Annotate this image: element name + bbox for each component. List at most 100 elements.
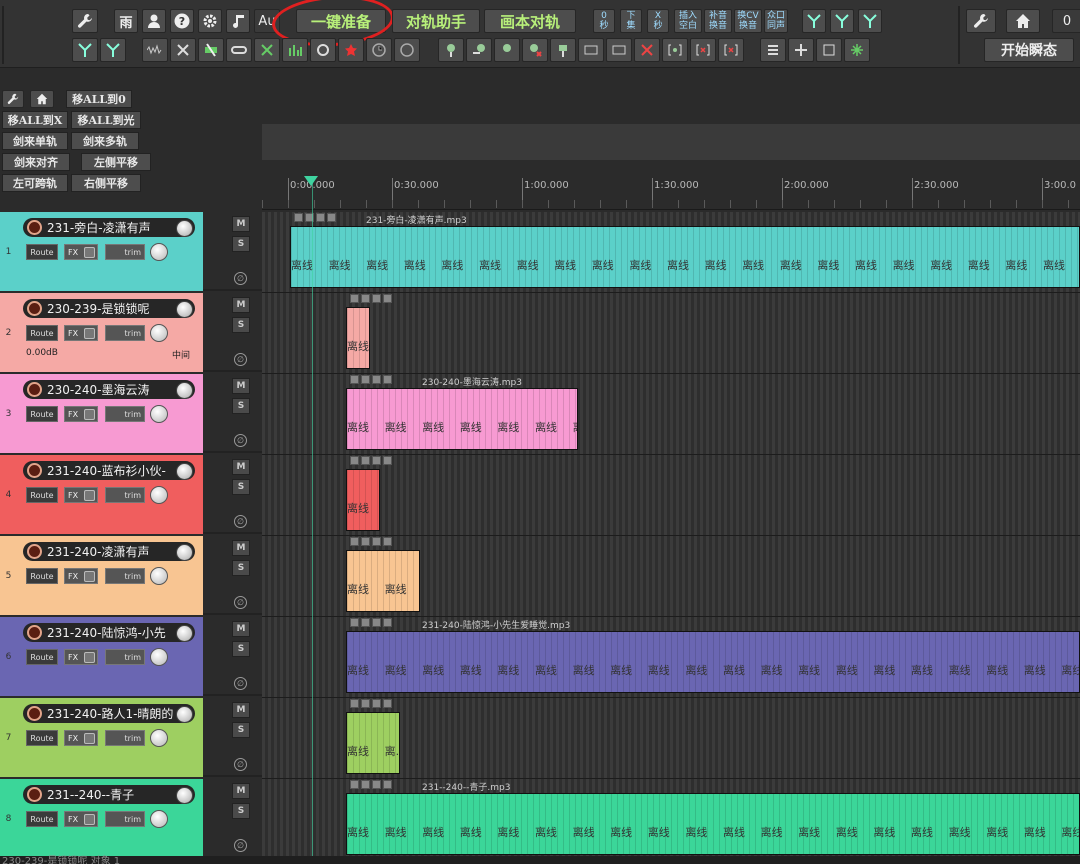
item-env-icon[interactable] [383,618,392,627]
trim-button[interactable]: trim [105,811,145,827]
item-header-icons[interactable] [294,213,336,222]
mute-button[interactable]: M [232,216,250,232]
track-lane-4[interactable] [262,455,1080,536]
track-number[interactable]: 4 [0,455,17,534]
record-arm-button[interactable] [27,301,42,316]
settings-button[interactable] [198,9,222,33]
volume-knob[interactable] [176,301,193,318]
track-name[interactable]: 231-240-凌潇有声 [23,542,195,561]
x-seconds-button[interactable]: X秒 [647,9,669,33]
fx-button[interactable]: FX [64,730,98,746]
item-lock-icon[interactable] [350,537,359,546]
script-align-button[interactable]: 画本对轨 [484,9,576,33]
panel-wrench-button[interactable] [2,90,24,108]
power-icon[interactable] [84,733,95,744]
item-env-icon[interactable] [383,375,392,384]
track-name[interactable]: 231-240-陆惊鸿-小先 [23,623,195,642]
route-button[interactable]: Route [26,649,58,665]
item-fx-icon[interactable] [372,780,381,789]
wrench-button[interactable] [72,9,98,33]
track-header-8[interactable]: 8 231--240--青子 Route FX trim M S ∅ [0,779,262,858]
volume-knob[interactable] [176,787,193,804]
solo-button[interactable]: S [232,560,250,576]
timeline-ruler[interactable]: 0:00.0000:30.0001:00.0001:30.0002:00.000… [262,170,1080,210]
region-marker-button[interactable] [606,38,632,62]
route-button[interactable]: Route [26,325,58,341]
item-header-icons[interactable] [350,699,392,708]
flag-button[interactable] [550,38,576,62]
route-button[interactable]: Route [26,406,58,422]
item-header-icons[interactable] [350,780,392,789]
trim-cut-button[interactable] [254,38,280,62]
cut-single-track-button[interactable]: 剑来单轨 [2,132,68,150]
track-header-4[interactable]: 4 231-240-蓝布衫小伙- Route FX trim M S ∅ [0,455,262,534]
cut-multi-track-button[interactable]: 剑来多轨 [71,132,139,150]
levels-button[interactable] [282,38,308,62]
pan-knob[interactable] [150,486,168,504]
trim-button[interactable]: trim [105,487,145,503]
pan-knob[interactable] [150,324,168,342]
move-all-to-x-button[interactable]: 移ALL到X [2,111,68,129]
mute-button[interactable]: M [232,702,250,718]
route-button[interactable]: Route [26,487,58,503]
record-arm-button[interactable] [27,787,42,802]
item-lock-icon[interactable] [350,456,359,465]
power-icon[interactable] [84,409,95,420]
unison-button[interactable]: 众口 同声 [764,9,788,33]
trim-button[interactable]: trim [105,325,145,341]
item-fx-icon[interactable] [372,456,381,465]
play-cursor-handle[interactable] [304,176,318,186]
track-number[interactable]: 8 [0,779,17,858]
mute-button[interactable]: M [232,297,250,313]
glue-button[interactable] [226,38,252,62]
media-item[interactable]: 离线 离线 [346,550,420,612]
track-header-3[interactable]: 3 230-240-墨海云涛 Route FX trim M S ∅ [0,374,262,453]
track-assistant-button[interactable]: 对轨助手 [392,9,480,33]
media-item[interactable]: 离线 离线 离线 离线 离线 离线 离线 [346,388,578,450]
track-header-5[interactable]: 5 231-240-凌潇有声 Route FX trim M S ∅ [0,536,262,615]
media-item[interactable]: 离线 [346,469,380,531]
cut-button[interactable] [170,38,196,62]
item-header-icons[interactable] [350,618,392,627]
route-button[interactable]: Route [26,811,58,827]
trim-button[interactable]: trim [105,568,145,584]
pin-delete-button[interactable] [522,38,548,62]
help-button[interactable]: ? [170,9,194,33]
mute-button[interactable]: M [232,378,250,394]
record-arm-button[interactable] [27,706,42,721]
record-tool-button[interactable] [310,38,336,62]
mute-button[interactable]: M [232,621,250,637]
pan-knob[interactable] [150,243,168,261]
item-fx-icon[interactable] [372,699,381,708]
track-number[interactable]: 1 [0,212,17,291]
track-name[interactable]: 230-240-墨海云涛 [23,380,195,399]
trim-button[interactable]: trim [105,649,145,665]
pan-knob[interactable] [150,405,168,423]
media-item[interactable]: 离线 离... [346,712,400,774]
fx-button[interactable]: FX [64,568,98,584]
swap-cv-button[interactable]: 换CV 换音 [734,9,762,33]
track-number[interactable]: 6 [0,617,17,696]
power-icon[interactable] [84,328,95,339]
waveform-button[interactable] [142,38,168,62]
mute-button[interactable]: M [232,459,250,475]
solo-button[interactable]: S [232,641,250,657]
track-number[interactable]: 7 [0,698,17,777]
phase-invert-icon[interactable]: ∅ [234,758,247,771]
media-item[interactable]: 离线 离线 离线 离线 离线 离线 离线 离线 离线 离线 离线 离线 离线 离线 离线 离线 离线 离线 离线 离线 [346,631,1080,693]
snowflake-button[interactable] [844,38,870,62]
item-env-icon[interactable] [383,780,392,789]
home-button[interactable] [1006,9,1040,33]
power-icon[interactable] [84,571,95,582]
pan-knob[interactable] [150,567,168,585]
user-settings-button[interactable] [142,9,166,33]
trim-button[interactable]: trim [105,406,145,422]
region-button[interactable] [578,38,604,62]
solo-button[interactable]: S [232,479,250,495]
volume-knob[interactable] [176,382,193,399]
track-name[interactable]: 231-旁白-凌潇有声 [23,218,195,237]
item-fx-icon[interactable] [372,618,381,627]
track-header-2[interactable]: 2 230-239-是锁锁呢 Route FX trim 0.00dB 中间 M… [0,293,262,372]
solo-button[interactable]: S [232,317,250,333]
item-mute-icon[interactable] [361,294,370,303]
